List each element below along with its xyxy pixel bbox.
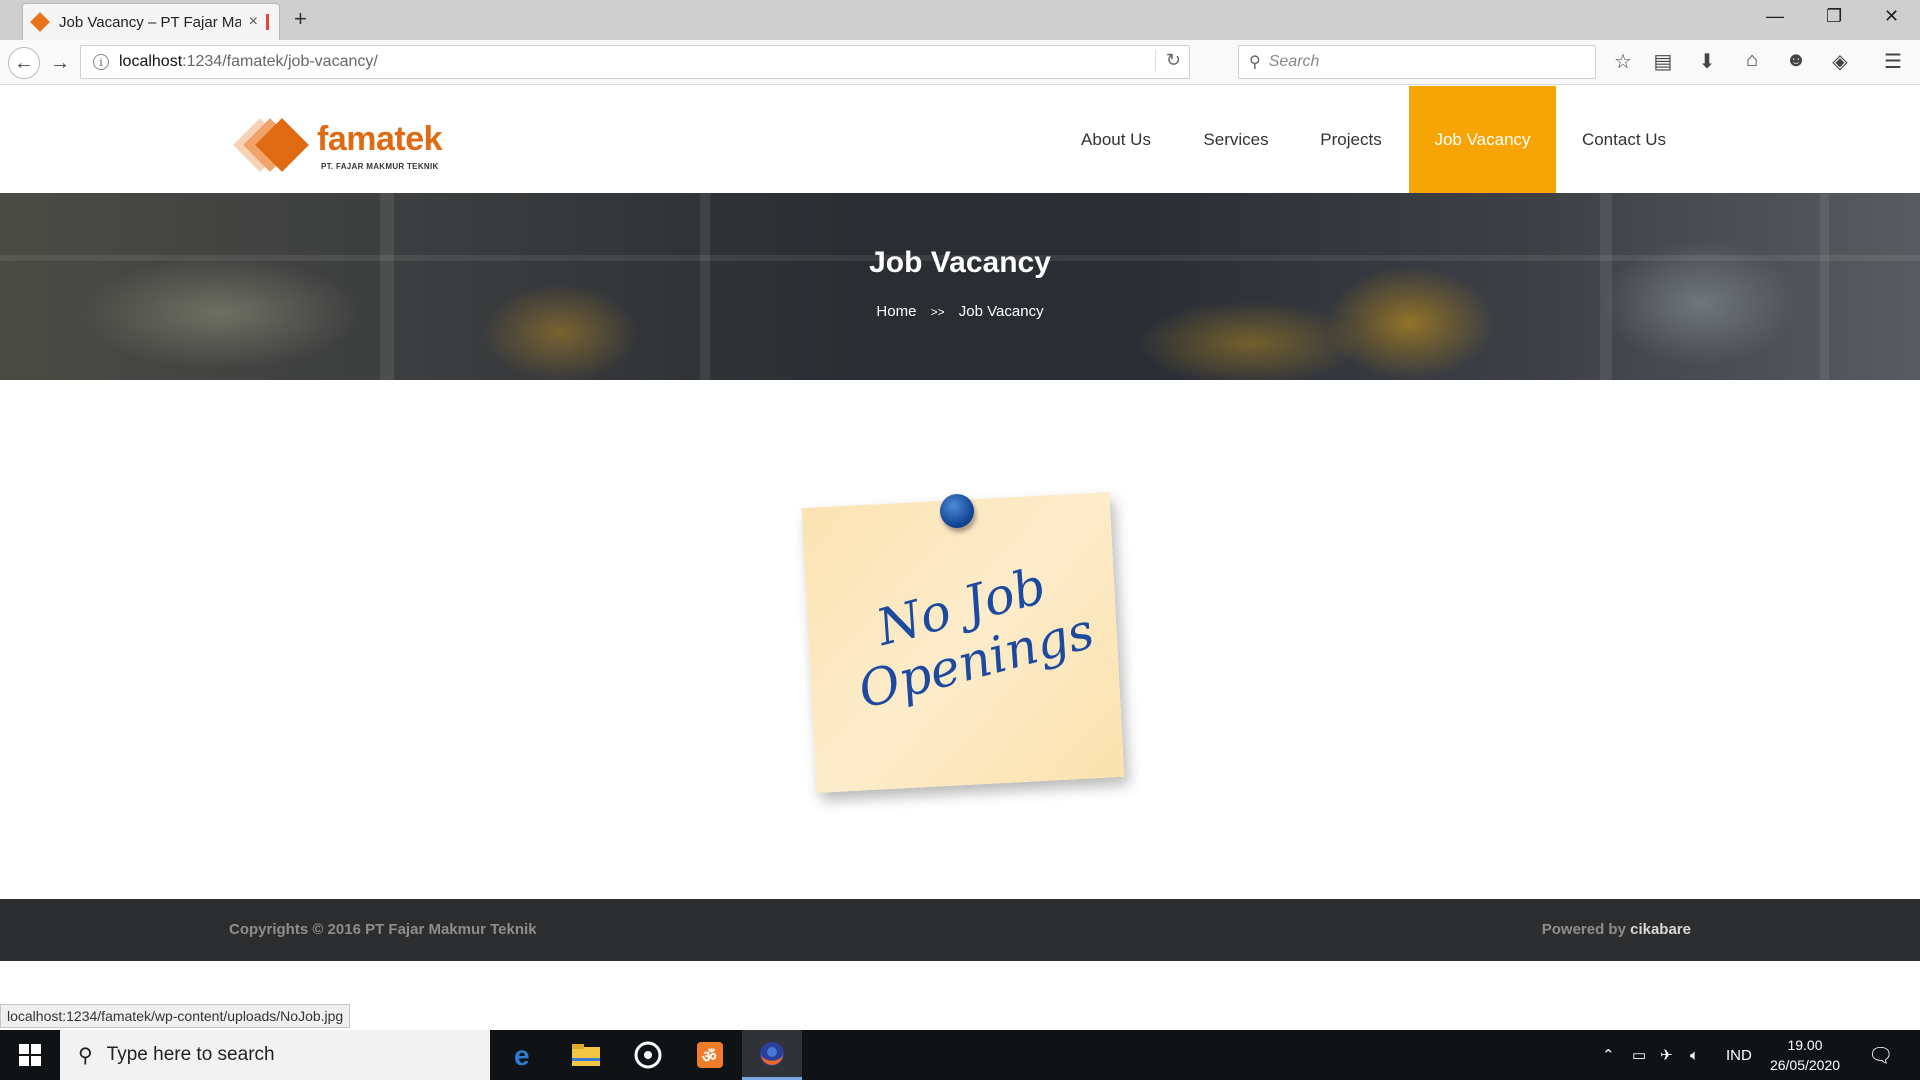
taskbar-search-placeholder: Type here to search: [106, 1044, 275, 1065]
logo-wordmark: famatek: [317, 120, 443, 158]
search-placeholder: Search: [1268, 53, 1320, 70]
site-footer: Copyrights © 2016 PT Fajar Makmur Teknik…: [0, 899, 1920, 961]
breadcrumb: Home >> Job Vacancy: [0, 303, 1920, 320]
browser-status-url: localhost:1234/famatek/wp-content/upload…: [0, 1004, 351, 1028]
powered-by-link[interactable]: cikabare: [1630, 921, 1691, 938]
url-path: :1234/famatek/job-vacancy/: [182, 53, 378, 70]
note-text: No Job Openings: [838, 549, 1099, 719]
reading-list-icon[interactable]: ▤: [1650, 49, 1676, 74]
breadcrumb-current: Job Vacancy: [958, 303, 1044, 320]
search-icon: ⚲: [78, 1044, 93, 1067]
tab-title: Job Vacancy – PT Fajar Ma...: [59, 13, 241, 31]
logo-tagline: PT. FAJAR MAKMUR TEKNIK: [321, 162, 439, 171]
windows-taskbar: ⚲ Type here to search e ॐ ⌃ ▭ ✈ 🔈︎ IND 1…: [0, 1030, 1920, 1080]
arrow-right-icon: →: [50, 51, 70, 74]
new-tab-button[interactable]: +: [294, 6, 307, 32]
start-button[interactable]: [0, 1030, 60, 1080]
taskbar-search-box[interactable]: ⚲ Type here to search: [60, 1030, 490, 1080]
page-hero-banner: Job Vacancy Home >> Job Vacancy: [0, 193, 1920, 380]
url-host: localhost: [119, 53, 183, 70]
menu-icon[interactable]: ☰: [1880, 49, 1906, 74]
star-icon[interactable]: ☆: [1610, 49, 1636, 74]
download-icon[interactable]: ⬇: [1694, 49, 1720, 74]
restore-button[interactable]: ❐: [1826, 6, 1842, 27]
no-job-openings-image[interactable]: No Job Openings: [801, 492, 1125, 793]
nav-job-vacancy[interactable]: Job Vacancy: [1409, 86, 1556, 193]
volume-icon[interactable]: 🔈︎: [1690, 1030, 1699, 1080]
arrow-left-icon: ←: [14, 51, 34, 74]
info-icon[interactable]: i: [93, 54, 109, 70]
tray-chevron-icon[interactable]: ⌃: [1602, 1030, 1615, 1080]
breadcrumb-separator: >>: [930, 305, 945, 319]
site-favicon-icon: [30, 12, 50, 32]
search-icon: ⚲: [1249, 54, 1261, 71]
chat-icon[interactable]: ☻: [1783, 49, 1809, 72]
powered-prefix: Powered by: [1541, 921, 1626, 938]
close-window-button[interactable]: ✕: [1884, 6, 1899, 27]
browser-tab-strip: Job Vacancy – PT Fajar Ma... × + — ❐ ✕: [0, 0, 1920, 40]
home-icon[interactable]: ⌂: [1739, 49, 1765, 72]
nav-contact-us[interactable]: Contact Us: [1572, 86, 1676, 193]
input-language[interactable]: IND: [1726, 1030, 1752, 1080]
airplane-mode-icon[interactable]: ✈: [1660, 1030, 1673, 1080]
notifications-icon[interactable]: 🗨︎: [1868, 1030, 1893, 1080]
minimize-button[interactable]: —: [1766, 6, 1784, 27]
nav-about-us[interactable]: About Us: [1066, 86, 1166, 193]
battery-icon[interactable]: ▭: [1632, 1030, 1646, 1080]
taskbar-clock[interactable]: 19.00 26/05/2020: [1760, 1035, 1850, 1075]
xampp-icon[interactable]: ॐ: [680, 1030, 740, 1080]
browser-nav-bar: ← → i localhost:1234/famatek/job-vacancy…: [0, 40, 1920, 85]
tab-indicator-icon: [266, 14, 269, 30]
footer-powered-by: Powered by cikabare: [1542, 921, 1691, 938]
tab-close-button[interactable]: ×: [249, 13, 258, 31]
edge-icon[interactable]: e: [494, 1030, 554, 1080]
url-bar[interactable]: i localhost:1234/famatek/job-vacancy/ ↻: [80, 45, 1190, 79]
pocket-icon[interactable]: ◈: [1827, 49, 1853, 74]
firefox-icon[interactable]: [742, 1030, 802, 1080]
clock-time: 19.00: [1787, 1037, 1823, 1053]
footer-copyright: Copyrights © 2016 PT Fajar Makmur Teknik: [229, 921, 537, 938]
nav-projects[interactable]: Projects: [1303, 86, 1399, 193]
push-pin-icon: [940, 494, 974, 528]
clock-date: 26/05/2020: [1769, 1057, 1841, 1073]
back-button[interactable]: ←: [8, 47, 40, 79]
media-icon[interactable]: [618, 1030, 678, 1080]
windows-logo-icon: [19, 1044, 41, 1066]
svg-text:ॐ: ॐ: [702, 1048, 717, 1066]
file-explorer-icon[interactable]: [556, 1030, 616, 1080]
breadcrumb-home-link[interactable]: Home: [876, 303, 916, 320]
browser-search-input[interactable]: ⚲ Search: [1238, 45, 1596, 79]
svg-text:e: e: [514, 1041, 530, 1069]
site-logo[interactable]: famatek PT. FAJAR MAKMUR TEKNIK: [233, 118, 453, 180]
reload-icon[interactable]: ↻: [1154, 50, 1181, 71]
nav-services[interactable]: Services: [1186, 86, 1286, 193]
browser-tab[interactable]: Job Vacancy – PT Fajar Ma... ×: [22, 3, 280, 40]
forward-button[interactable]: →: [44, 47, 76, 79]
page-title: Job Vacancy: [869, 246, 1051, 279]
